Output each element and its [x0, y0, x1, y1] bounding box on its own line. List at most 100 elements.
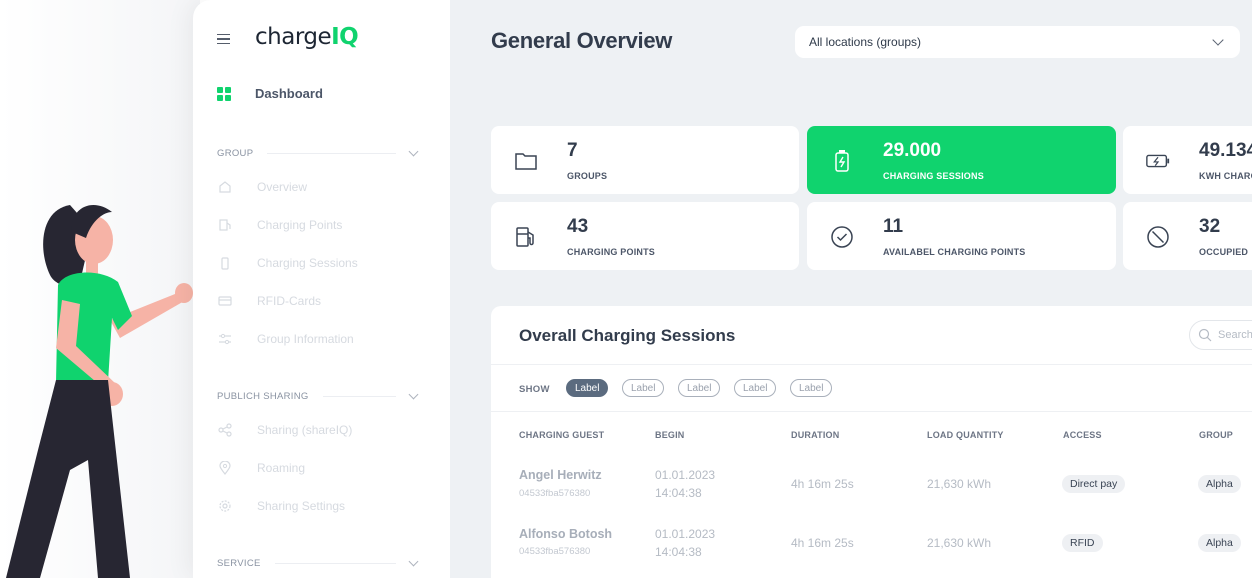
group-badge: Alpha [1198, 534, 1241, 552]
stat-card-available-points[interactable]: 11 AVAILABEL CHARGING POINTS [807, 202, 1116, 270]
chevron-down-icon [408, 146, 419, 157]
section-title: PUBLICH SHARING [217, 391, 309, 402]
sidebar-item-label: RFID-Cards [257, 294, 322, 308]
section-service-header[interactable]: SERVICE [217, 556, 421, 569]
share-icon [217, 422, 233, 438]
chevron-down-icon [408, 389, 419, 400]
gear-icon [217, 498, 233, 514]
sidebar-item-charging-points[interactable]: Charging Points [217, 217, 342, 233]
grid-icon [217, 86, 231, 101]
sidebar-item-overview[interactable]: Overview [217, 179, 307, 195]
stat-value: 32 [1199, 216, 1221, 237]
main-content: General Overview All locations (groups) … [450, 0, 1252, 578]
sidebar-item-label: Charging Sessions [257, 256, 358, 270]
chevron-down-icon [408, 556, 419, 567]
stat-value: 7 [567, 140, 578, 161]
stat-label: CHARGING SESSIONS [883, 171, 984, 181]
sidebar-item-group-information[interactable]: Group Information [217, 331, 354, 347]
stat-label: GROUPS [567, 171, 608, 181]
begin-time: 14:04:38 [655, 486, 702, 500]
check-circle-icon [829, 224, 855, 250]
menu-icon[interactable] [217, 30, 237, 48]
battery-charging-icon [829, 148, 855, 174]
sidebar-item-sharing[interactable]: Sharing (shareIQ) [217, 422, 352, 438]
sidebar-item-label: Sharing Settings [257, 499, 346, 513]
stat-value: 29.000 [883, 140, 942, 161]
filter-chip[interactable]: Label [734, 379, 777, 397]
battery-icon [217, 255, 233, 271]
section-public-sharing-header[interactable]: PUBLICH SHARING [217, 389, 421, 402]
location-select[interactable]: All locations (groups) [795, 26, 1240, 58]
divider [491, 411, 1252, 412]
column-header[interactable]: GROUP [1199, 430, 1233, 440]
section-title: SERVICE [217, 558, 261, 569]
home-icon [217, 179, 233, 195]
chevron-down-icon [1212, 34, 1224, 46]
filter-chip[interactable]: Label [790, 379, 833, 397]
sidebar-item-label: Overview [257, 180, 308, 194]
woman-illustration [0, 0, 200, 578]
sidebar-item-dashboard[interactable]: Dashboard [217, 86, 323, 101]
filter-chip[interactable]: Label [622, 379, 665, 397]
column-header[interactable]: CHARGING GUEST [519, 430, 604, 440]
stat-card-kwh-charged[interactable]: 49.134 KWH CHARGED [1123, 126, 1252, 194]
stat-card-occupied[interactable]: 32 OCCUPIED [1123, 202, 1252, 270]
begin-date: 01.01.2023 [655, 468, 716, 482]
column-header[interactable]: LOAD QUANTITY [927, 430, 1004, 440]
divider [491, 364, 1252, 365]
stat-value: 43 [567, 216, 589, 237]
section-group-header[interactable]: GROUP [217, 146, 421, 159]
location-pin-icon [217, 460, 233, 476]
blocked-icon [1145, 224, 1171, 250]
sidebar-item-label: Sharing (shareIQ) [257, 423, 353, 437]
section-title: GROUP [217, 148, 254, 159]
sidebar-item-label: Charging Points [257, 218, 343, 232]
duration: 4h 16m 25s [791, 536, 854, 550]
duration: 4h 16m 25s [791, 477, 854, 491]
fuel-pump-icon [513, 224, 539, 250]
stat-card-charging-points[interactable]: 43 CHARGING POINTS [491, 202, 799, 270]
sidebar-item-rfid-cards[interactable]: RFID-Cards [217, 293, 321, 309]
filter-chip[interactable]: Label [566, 379, 609, 397]
sliders-icon [217, 331, 233, 347]
stat-value: 49.134 [1199, 140, 1252, 161]
column-header[interactable]: DURATION [791, 430, 839, 440]
stat-card-charging-sessions[interactable]: 29.000 CHARGING SESSIONS [807, 126, 1116, 194]
load-quantity: 21,630 kWh [927, 477, 992, 491]
sidebar-item-charging-sessions[interactable]: Charging Sessions [217, 255, 358, 271]
sidebar-item-sharing-settings[interactable]: Sharing Settings [217, 498, 345, 514]
filter-chip[interactable]: Label [678, 379, 721, 397]
access-badge: Direct pay [1062, 475, 1126, 493]
location-select-value: All locations (groups) [809, 35, 922, 49]
card-icon [217, 293, 233, 309]
begin-time: 14:04:38 [655, 545, 702, 559]
battery-bolt-icon [1145, 148, 1171, 174]
column-header[interactable]: ACCESS [1063, 430, 1102, 440]
stat-card-groups[interactable]: 7 GROUPS [491, 126, 799, 194]
search-placeholder: Search [1218, 329, 1252, 341]
sidebar-item-label: Roaming [257, 461, 306, 475]
chargeiq-logo[interactable]: chargeIQ [255, 24, 359, 50]
fuel-pump-icon [217, 217, 233, 233]
guest-name[interactable]: Alfonso Botosh [519, 527, 612, 541]
page-title: General Overview [491, 28, 673, 53]
guest-id: 04533fba576380 [519, 546, 591, 557]
column-header[interactable]: BEGIN [655, 430, 685, 440]
guest-name[interactable]: Angel Herwitz [519, 468, 602, 482]
stat-value: 11 [883, 216, 904, 237]
guest-id: 04533fba576380 [519, 488, 591, 499]
search-icon [1198, 328, 1212, 342]
sessions-title: Overall Charging Sessions [519, 326, 736, 345]
load-quantity: 21,630 kWh [927, 536, 992, 550]
divider [322, 396, 396, 397]
search-input[interactable]: Search [1189, 320, 1252, 350]
divider [274, 563, 396, 564]
stat-label: AVAILABEL CHARGING POINTS [883, 247, 1026, 257]
group-badge: Alpha [1198, 475, 1241, 493]
sidebar-item-roaming[interactable]: Roaming [217, 460, 305, 476]
sidebar-item-label: Group Information [257, 332, 354, 346]
sidebar: chargeIQ Dashboard GROUP Overview Chargi… [193, 0, 450, 578]
sessions-panel: Overall Charging Sessions Search SHOW La… [491, 306, 1252, 578]
divider [267, 153, 396, 154]
begin-date: 01.01.2023 [655, 527, 716, 541]
